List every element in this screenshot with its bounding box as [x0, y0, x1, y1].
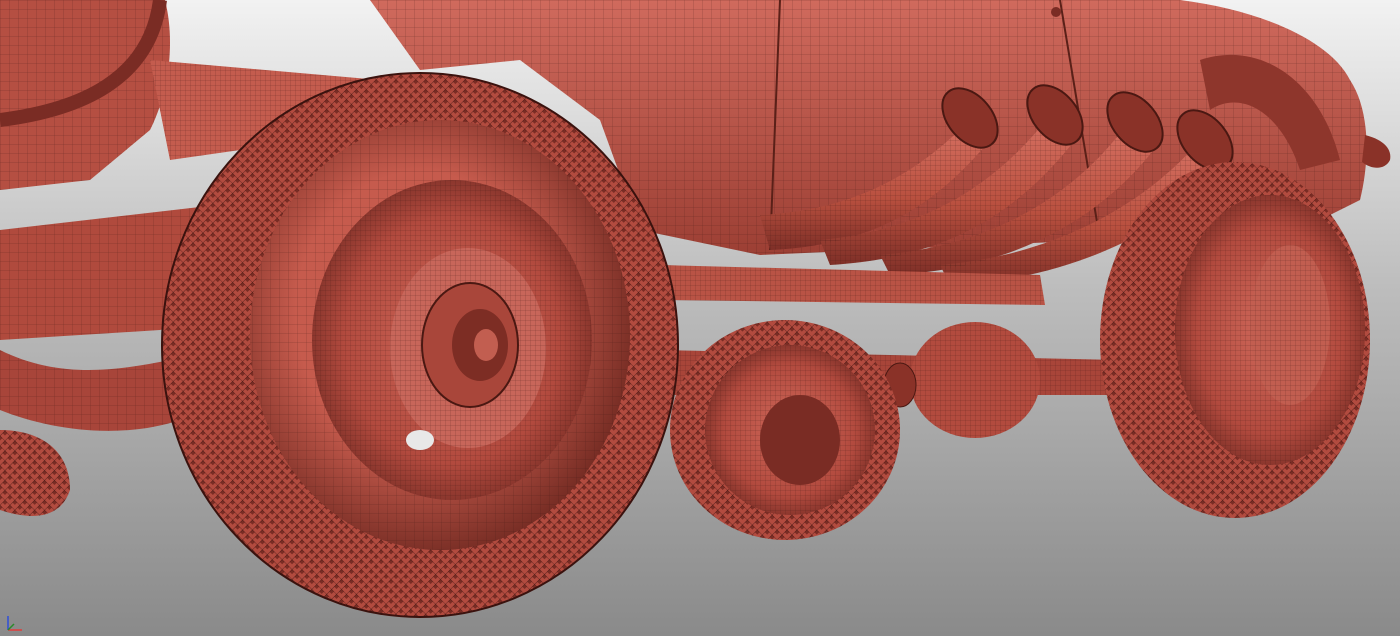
axis-y-line	[7, 623, 15, 631]
3d-viewport[interactable]	[0, 0, 1400, 636]
main-rear-wheel	[161, 72, 679, 618]
axis-gizmo-graphic	[7, 616, 22, 631]
viewport-scene	[0, 0, 1400, 636]
center-rear-wheel	[670, 320, 900, 540]
axis-gizmo-icon[interactable]	[4, 612, 26, 634]
